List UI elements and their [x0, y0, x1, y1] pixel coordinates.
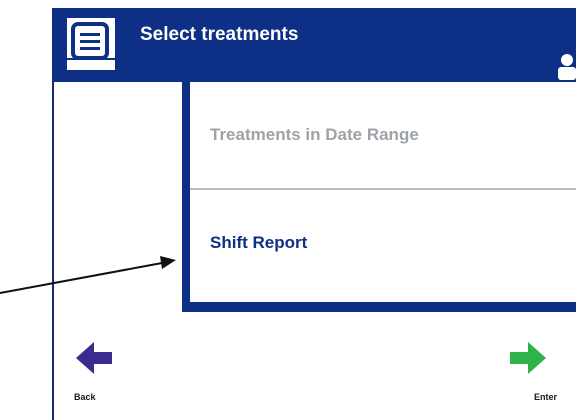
- options-panel: Treatments in Date Range Shift Report: [182, 82, 576, 312]
- list-icon[interactable]: [64, 16, 118, 72]
- option-shift-report[interactable]: Shift Report: [190, 190, 576, 296]
- enter-label: Enter: [534, 392, 558, 402]
- option-label: Shift Report: [210, 233, 308, 252]
- options-list: Treatments in Date Range Shift Report: [190, 82, 576, 302]
- enter-button[interactable]: Enter: [500, 332, 576, 406]
- back-button[interactable]: Back: [72, 332, 122, 406]
- page-title: Select treatments: [140, 24, 299, 45]
- option-label: Treatments in Date Range: [210, 125, 419, 144]
- user-icon[interactable]: [556, 52, 576, 80]
- arrow-left-icon: [76, 342, 112, 374]
- back-label: Back: [74, 392, 96, 402]
- arrow-right-icon: [510, 342, 546, 374]
- option-treatments-in-date-range[interactable]: Treatments in Date Range: [190, 82, 576, 188]
- header-bar: Select treatments: [52, 8, 576, 82]
